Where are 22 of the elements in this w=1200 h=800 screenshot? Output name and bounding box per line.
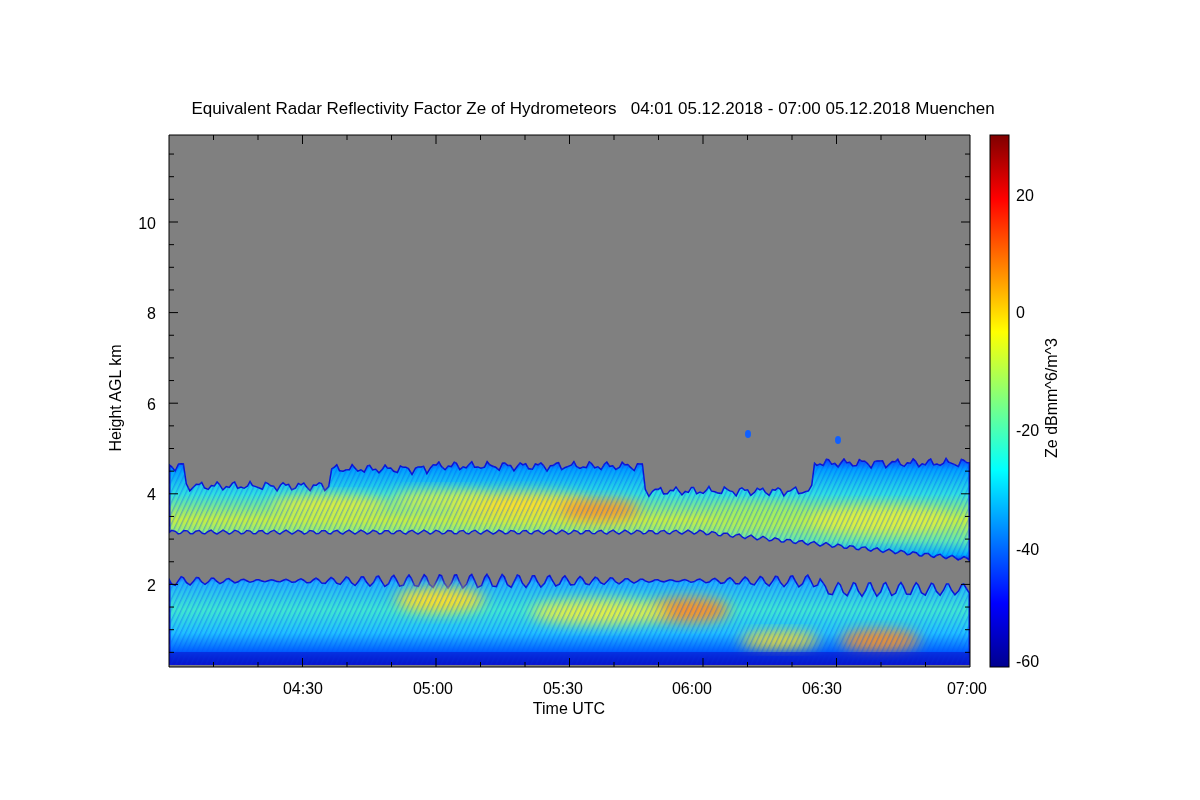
x-axis-label: Time UTC — [532, 700, 606, 717]
x-tick-label: 05:00 — [413, 680, 453, 697]
colorbar-tick-label: -20 — [1016, 422, 1040, 439]
colorbar-tick-label: 20 — [1016, 187, 1034, 204]
chart-title: Equivalent Radar Reflectivity Factor Ze of Hydrometeors 04:01 05.12.2018 - 07:00 05.12.2018 Muenchen — [191, 99, 995, 118]
colorbar-tick-label: 0 — [1016, 304, 1025, 321]
y-tick-label: 8 — [147, 305, 156, 322]
colorbar-label: Ze dBmm^6/m^3 — [1043, 338, 1060, 458]
x-tick-label: 07:00 — [947, 680, 987, 697]
y-tick-label: 6 — [147, 396, 156, 413]
x-tick-label: 04:30 — [283, 680, 323, 697]
colorbar-tick-label: -60 — [1016, 653, 1040, 670]
x-tick-label: 06:00 — [672, 680, 712, 697]
x-tick-label: 06:30 — [802, 680, 842, 697]
echo-spot — [835, 436, 841, 444]
y-tick-label: 2 — [147, 577, 156, 594]
echo-spot — [745, 430, 751, 438]
colorbar-tick-label: -40 — [1016, 541, 1040, 558]
x-tick-label: 05:30 — [543, 680, 583, 697]
y-tick-label: 4 — [147, 486, 156, 503]
y-axis-label: Height AGL km — [107, 344, 124, 452]
y-tick-label: 10 — [138, 215, 156, 232]
